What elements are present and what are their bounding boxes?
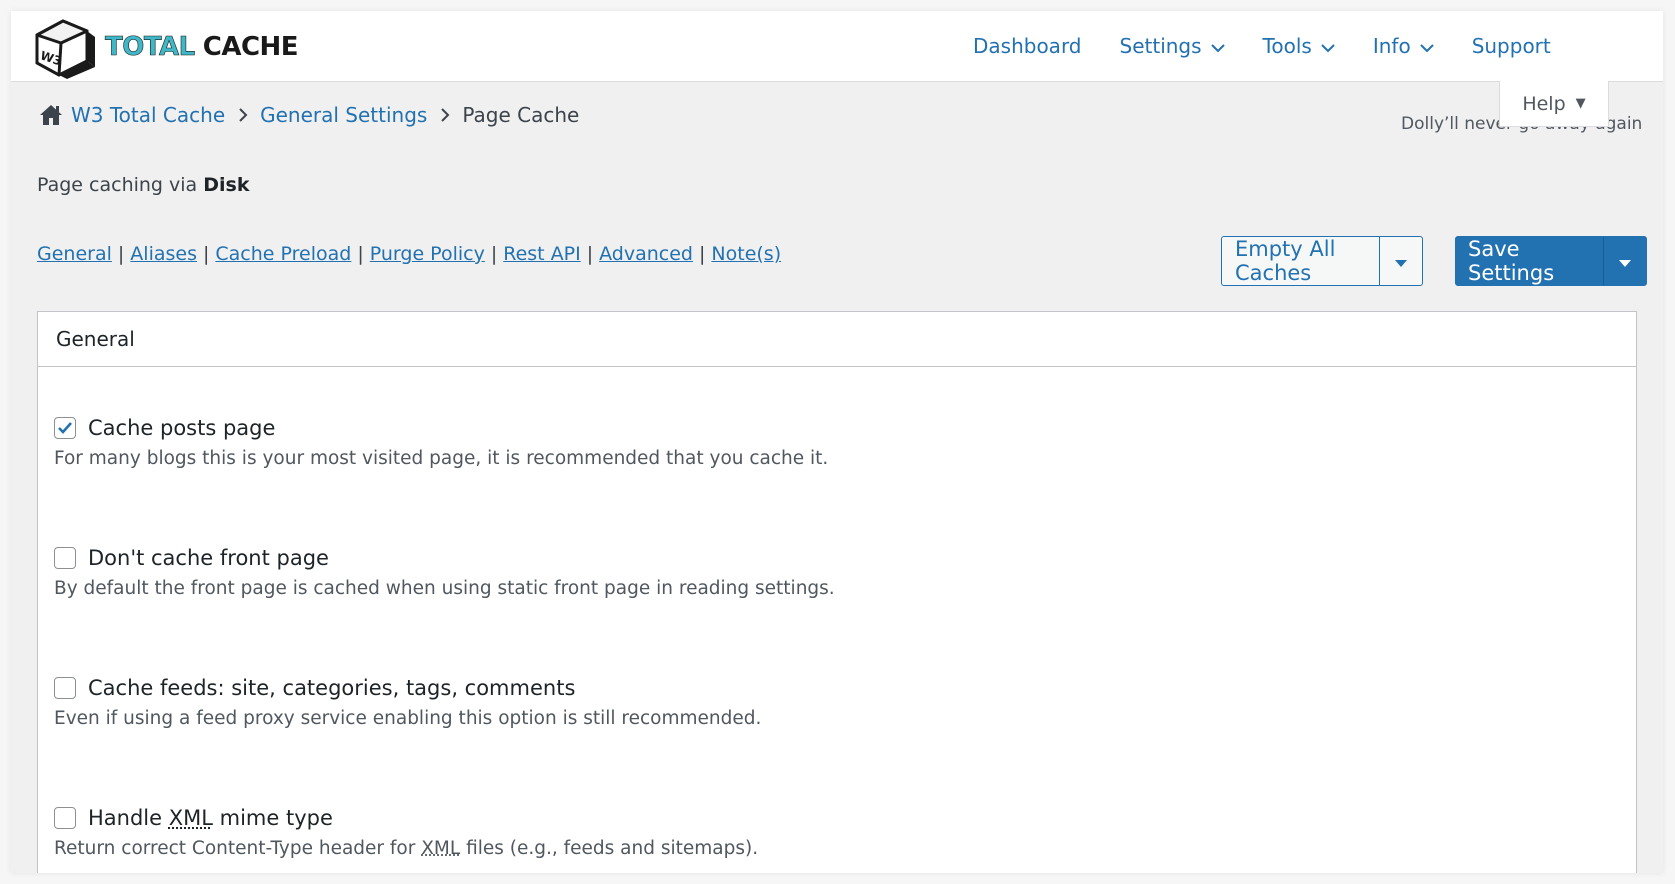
w3-total-cache-logo[interactable]: W3 TOTAL CACHE bbox=[29, 15, 299, 79]
anchor-link-advanced[interactable]: Advanced bbox=[599, 243, 693, 265]
cube-logo-icon: W3 bbox=[35, 19, 95, 79]
nav-dashboard[interactable]: Dashboard bbox=[973, 34, 1082, 58]
option-description: For many blogs this is your most visited… bbox=[54, 448, 829, 469]
empty-all-caches-button[interactable]: Empty All Caches bbox=[1222, 237, 1380, 285]
anchor-link-notes[interactable]: Note(s) bbox=[711, 243, 781, 265]
cache-feeds-checkbox[interactable] bbox=[54, 677, 76, 699]
breadcrumb-page-cache: Page Cache bbox=[462, 103, 580, 127]
caching-method-text: Page caching via Disk bbox=[37, 174, 249, 196]
option-handle-xml-mime-type: Handle XML mime type Return correct Cont… bbox=[54, 806, 758, 859]
section-anchor-links: General | Aliases | Cache Preload | Purge Poli… bbox=[37, 243, 782, 265]
nav-dashboard-label: Dashboard bbox=[973, 34, 1082, 58]
nav-settings[interactable]: Settings bbox=[1120, 34, 1225, 58]
anchor-link-general[interactable]: General bbox=[37, 243, 112, 265]
nav-tools-label: Tools bbox=[1262, 34, 1312, 58]
save-settings-button[interactable]: Save Settings bbox=[1456, 237, 1604, 285]
main-nav: Dashboard Settings Tools Info Support bbox=[973, 11, 1589, 81]
handle-xml-mime-type-checkbox[interactable] bbox=[54, 807, 76, 829]
caret-down-icon bbox=[1395, 252, 1407, 271]
anchor-link-aliases[interactable]: Aliases bbox=[130, 243, 197, 265]
home-icon[interactable] bbox=[39, 104, 63, 126]
option-label: Cache posts page bbox=[88, 416, 276, 440]
dont-cache-front-page-checkbox[interactable] bbox=[54, 547, 76, 569]
chevron-right-icon bbox=[441, 108, 450, 122]
page-frame: W3 TOTAL CACHE Dashboard Settings Tools bbox=[11, 11, 1663, 873]
nav-tools[interactable]: Tools bbox=[1263, 34, 1335, 58]
save-settings-button-group: Save Settings bbox=[1455, 236, 1647, 286]
option-label: Handle XML mime type bbox=[88, 806, 333, 830]
help-tab-button[interactable]: Help ▼ bbox=[1499, 81, 1609, 127]
caret-down-icon bbox=[1619, 252, 1631, 271]
chevron-down-icon bbox=[1419, 34, 1434, 58]
option-label: Don't cache front page bbox=[88, 546, 329, 570]
option-description: Even if using a feed proxy service enabl… bbox=[54, 708, 762, 729]
anchor-link-rest-api[interactable]: Rest API bbox=[503, 243, 580, 265]
empty-caches-dropdown-button[interactable] bbox=[1380, 237, 1422, 285]
top-navigation-bar: W3 TOTAL CACHE Dashboard Settings Tools bbox=[11, 11, 1663, 82]
caret-down-icon: ▼ bbox=[1575, 96, 1586, 111]
chevron-down-icon bbox=[1210, 34, 1225, 58]
option-label: Cache feeds: site, categories, tags, com… bbox=[88, 676, 576, 700]
checkmark-icon bbox=[58, 422, 72, 434]
logo-word-cache: CACHE bbox=[202, 32, 299, 62]
chevron-right-icon bbox=[239, 108, 248, 122]
cache-posts-page-checkbox[interactable] bbox=[54, 417, 76, 439]
general-settings-box: General Cache posts page For many blogs … bbox=[37, 311, 1637, 873]
empty-all-caches-button-group: Empty All Caches bbox=[1221, 236, 1423, 286]
nav-info[interactable]: Info bbox=[1373, 34, 1434, 58]
logo-word-total: TOTAL bbox=[105, 32, 196, 63]
option-cache-feeds: Cache feeds: site, categories, tags, com… bbox=[54, 676, 761, 729]
option-description: By default the front page is cached when… bbox=[54, 578, 835, 599]
save-settings-dropdown-button[interactable] bbox=[1604, 237, 1646, 285]
caching-method-value: Disk bbox=[203, 174, 250, 196]
breadcrumb-w3-total-cache[interactable]: W3 Total Cache bbox=[71, 103, 225, 127]
nav-info-label: Info bbox=[1372, 34, 1411, 58]
nav-support-label: Support bbox=[1471, 34, 1551, 58]
nav-settings-label: Settings bbox=[1119, 34, 1202, 58]
caching-method-prefix: Page caching via bbox=[37, 174, 204, 196]
breadcrumb-general-settings[interactable]: General Settings bbox=[260, 103, 427, 127]
anchor-link-cache-preload[interactable]: Cache Preload bbox=[215, 243, 351, 265]
option-description: Return correct Content-Type header for X… bbox=[54, 838, 759, 859]
breadcrumb: W3 Total Cache General Settings Page Cac… bbox=[39, 103, 579, 127]
section-title: General bbox=[38, 312, 1636, 367]
anchor-link-purge-policy[interactable]: Purge Policy bbox=[370, 243, 485, 265]
chevron-down-icon bbox=[1321, 34, 1335, 58]
help-label: Help bbox=[1522, 92, 1566, 115]
option-dont-cache-front-page: Don't cache front page By default the fr… bbox=[54, 546, 835, 599]
option-cache-posts-page: Cache posts page For many blogs this is … bbox=[54, 416, 828, 469]
nav-support[interactable]: Support bbox=[1472, 34, 1551, 58]
